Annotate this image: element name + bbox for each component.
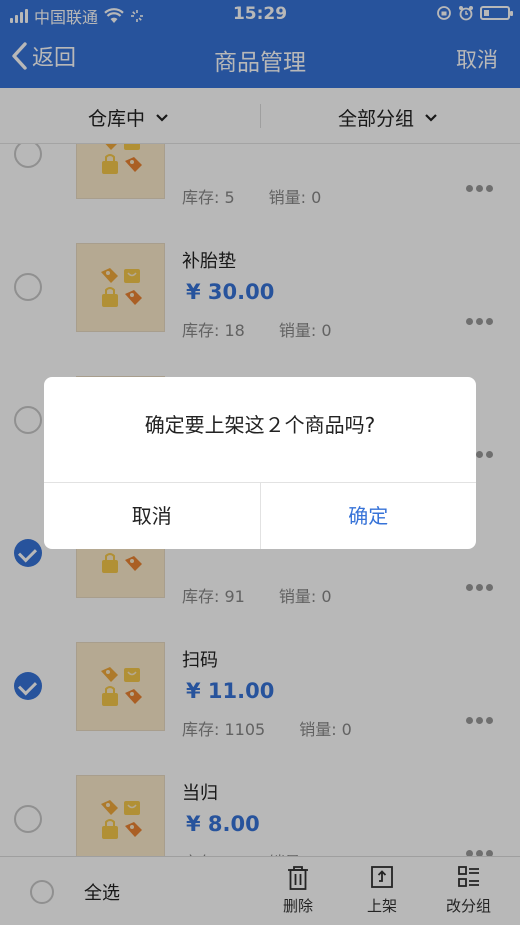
dialog-cancel-button[interactable]: 取消 <box>44 483 260 549</box>
dialog-confirm-button[interactable]: 确定 <box>259 483 477 549</box>
dialog-buttons: 取消 确定 <box>44 482 476 549</box>
dialog-message: 确定要上架这２个商品吗? <box>144 413 376 437</box>
confirm-dialog: 确定要上架这２个商品吗? 取消 确定 <box>44 377 476 549</box>
